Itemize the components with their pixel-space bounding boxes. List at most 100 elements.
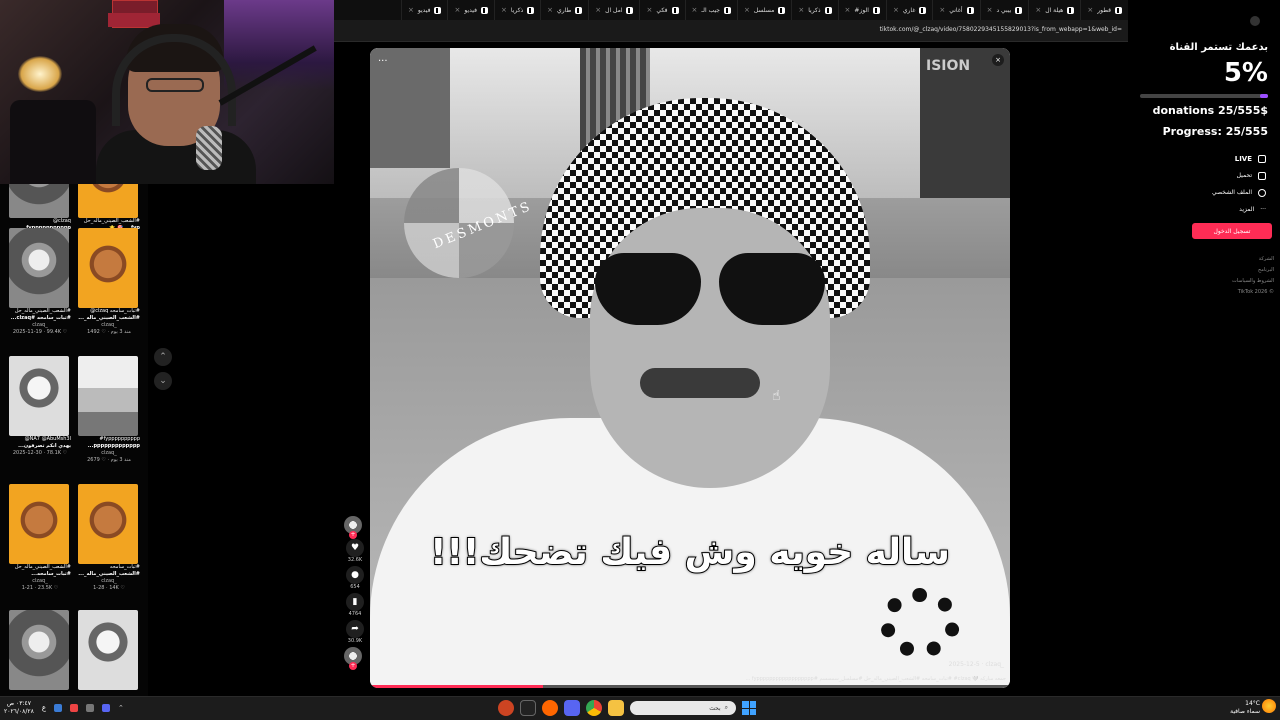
comment-icon[interactable]: ● [346,566,364,584]
thumbnail-image[interactable] [9,610,69,690]
controller-icon[interactable] [86,704,95,712]
weather-widget[interactable]: 14°C سماء صافية [1230,700,1260,716]
login-button[interactable]: تسجيل الدخول [1192,223,1272,239]
more-options-icon[interactable]: ··· [378,56,388,67]
like-action[interactable]: ♥ 32.6K [344,539,366,564]
close-tab-icon[interactable]: × [1087,6,1093,14]
close-tab-icon[interactable]: × [547,6,553,14]
thumbnail-image[interactable] [78,228,138,308]
thumbnail-image[interactable] [78,610,138,690]
weather-sun-icon [1262,699,1276,713]
thumbnail-image[interactable] [78,356,138,436]
browser-tab[interactable]: × طاري [540,0,588,20]
heart-icon[interactable]: ♥ [346,539,364,557]
browser-tab[interactable]: × غاري [885,0,932,20]
footer-company[interactable]: الشركة [1232,254,1274,265]
save-action[interactable]: ▮ 4764 [344,593,366,618]
browser-tab[interactable]: × امل ال [588,0,639,20]
close-icon[interactable]: × [992,54,1004,66]
clock[interactable]: ٠٣:٤٧ ص ٢٠٢٦/٠٨/٢٨ [4,700,34,716]
chevron-down-icon[interactable]: ⌄ [154,372,172,390]
chevron-up-icon[interactable]: ⌃ [154,348,172,366]
browser-tab[interactable]: × فيديو [447,0,493,20]
tiktok-icon [1250,16,1260,26]
capcut-icon[interactable] [520,700,536,716]
close-tab-icon[interactable]: × [939,6,945,14]
video-progress-bar[interactable] [370,685,1010,688]
browser-tab[interactable]: × فكي [639,0,684,20]
footer-terms[interactable]: الشروط والسياسات [1232,276,1274,287]
close-tab-icon[interactable]: × [692,6,698,14]
close-tab-icon[interactable]: × [646,6,652,14]
folder-icon[interactable] [608,700,624,716]
menu-live[interactable]: LIVE [1146,150,1266,167]
thumbnail-image[interactable] [9,484,69,564]
browser-tab[interactable]: × بيبي د [979,0,1029,20]
menu-profile[interactable]: الملف الشخصي [1146,184,1266,201]
video-nav: ⌃ ⌄ [154,348,176,392]
video-thumbnail[interactable]: #الشعب_الصيني_ماله_حل #ثبات_سامحه... clzaq… [9,484,71,592]
close-tab-icon[interactable]: × [454,6,460,14]
thumbnail-image[interactable] [78,484,138,564]
discord-app-icon[interactable] [564,700,580,716]
bluetooth-icon[interactable] [54,704,63,712]
comment-action[interactable]: ● 654 [344,566,366,591]
share-action[interactable]: ➦ 30.9K [344,620,366,645]
obs-icon[interactable] [498,700,514,716]
menu-upload[interactable]: تحميل [1146,167,1266,184]
close-tab-icon[interactable]: × [595,6,601,14]
video-thumbnail[interactable] [78,610,140,690]
video-thumbnail[interactable]: fypppppppppp# ppppppppppppp... clzaq_ 2679 … [78,356,140,464]
firefox-icon[interactable] [542,700,558,716]
sound-avatar[interactable] [344,647,362,670]
video-thumbnail[interactable]: #الشعب_الصيني_ماله_حل #ثبات_سامحه #clzaq.… [9,228,71,336]
close-tab-icon[interactable]: × [501,6,507,14]
video-thumbnail[interactable]: #ثبات_سامحه clzaq@ #الشعب_الصيني_ماله_...… [78,228,140,336]
close-tab-icon[interactable]: × [798,6,804,14]
language-indicator[interactable]: ع [42,704,46,712]
video-thumbnail[interactable] [9,610,71,690]
thumbnail-image[interactable] [9,356,69,436]
browser-tab[interactable]: × هيلة ال [1028,0,1080,20]
chevron-up-tray-icon[interactable]: ⌃ [118,704,124,712]
windows-start-icon[interactable] [742,701,756,715]
share-icon[interactable]: ➦ [346,620,364,638]
close-tab-icon[interactable]: × [987,6,993,14]
bookmark-icon[interactable]: ▮ [346,593,364,611]
url-text[interactable]: tiktok.com/@_clzaq/video/758022934515582… [880,26,1122,33]
close-tab-icon[interactable]: × [893,6,899,14]
recording-icon[interactable] [70,704,79,712]
browser-tab[interactable]: × أغاني [932,0,979,20]
tab-title: بيبي د [996,6,1012,14]
browser-tab[interactable]: × ذكريا [493,0,540,20]
browser-tab[interactable]: × مسلسل [737,0,791,20]
browser-tab[interactable]: × #الوز [837,0,886,20]
discord-icon[interactable] [102,704,111,712]
close-tab-icon[interactable]: × [1035,6,1041,14]
browser-tab-bar: × قطور × هيلة ال × بيبي د × أغاني × غاري × #الوز × ذك… [334,0,1128,20]
chrome-icon[interactable] [586,700,602,716]
video-thumbnail[interactable]: NA7 @AbuMsh3l@ يهدي انكم تصرفون... 2025-12… [9,356,71,457]
person-moustache [640,368,760,398]
thumbnail-image[interactable] [78,184,138,218]
upload-icon [1258,171,1266,180]
thumbnail-image[interactable] [9,228,69,308]
browser-tab[interactable]: × ذكريا [791,0,837,20]
close-tab-icon[interactable]: × [845,6,851,14]
browser-tab[interactable]: × قطور [1080,0,1128,20]
clock-time: ٠٣:٤٧ ص [6,700,31,707]
footer-program[interactable]: البرنامج [1232,265,1274,276]
video-thumbnail[interactable]: #ثبات_سامحه #الشعب_الصيني_ماله_... clzaq_ 1… [78,484,140,592]
address-bar[interactable]: tiktok.com/@_clzaq/video/758022934515582… [334,20,1128,42]
menu-more[interactable]: المزيد ··· [1146,201,1266,218]
thumbnail-caption: #الشعب_الصيني_ماله_حل [14,308,71,314]
thumbnail-image[interactable] [9,184,69,218]
browser-tab[interactable]: × فيديو [400,0,447,20]
browser-tab[interactable]: × جيب الـ [684,0,737,20]
taskbar-search[interactable]: بحث ⌕ [630,701,736,715]
close-tab-icon[interactable]: × [408,6,414,14]
close-tab-icon[interactable]: × [744,6,750,14]
thumbnail-meta: 2025-12-30 · 78.1K ♡ [12,450,68,456]
creator-avatar[interactable] [344,516,362,539]
video-player[interactable]: ISION DESMONTS ساله خويه وش فيك تضحك!!! … [370,48,1010,688]
